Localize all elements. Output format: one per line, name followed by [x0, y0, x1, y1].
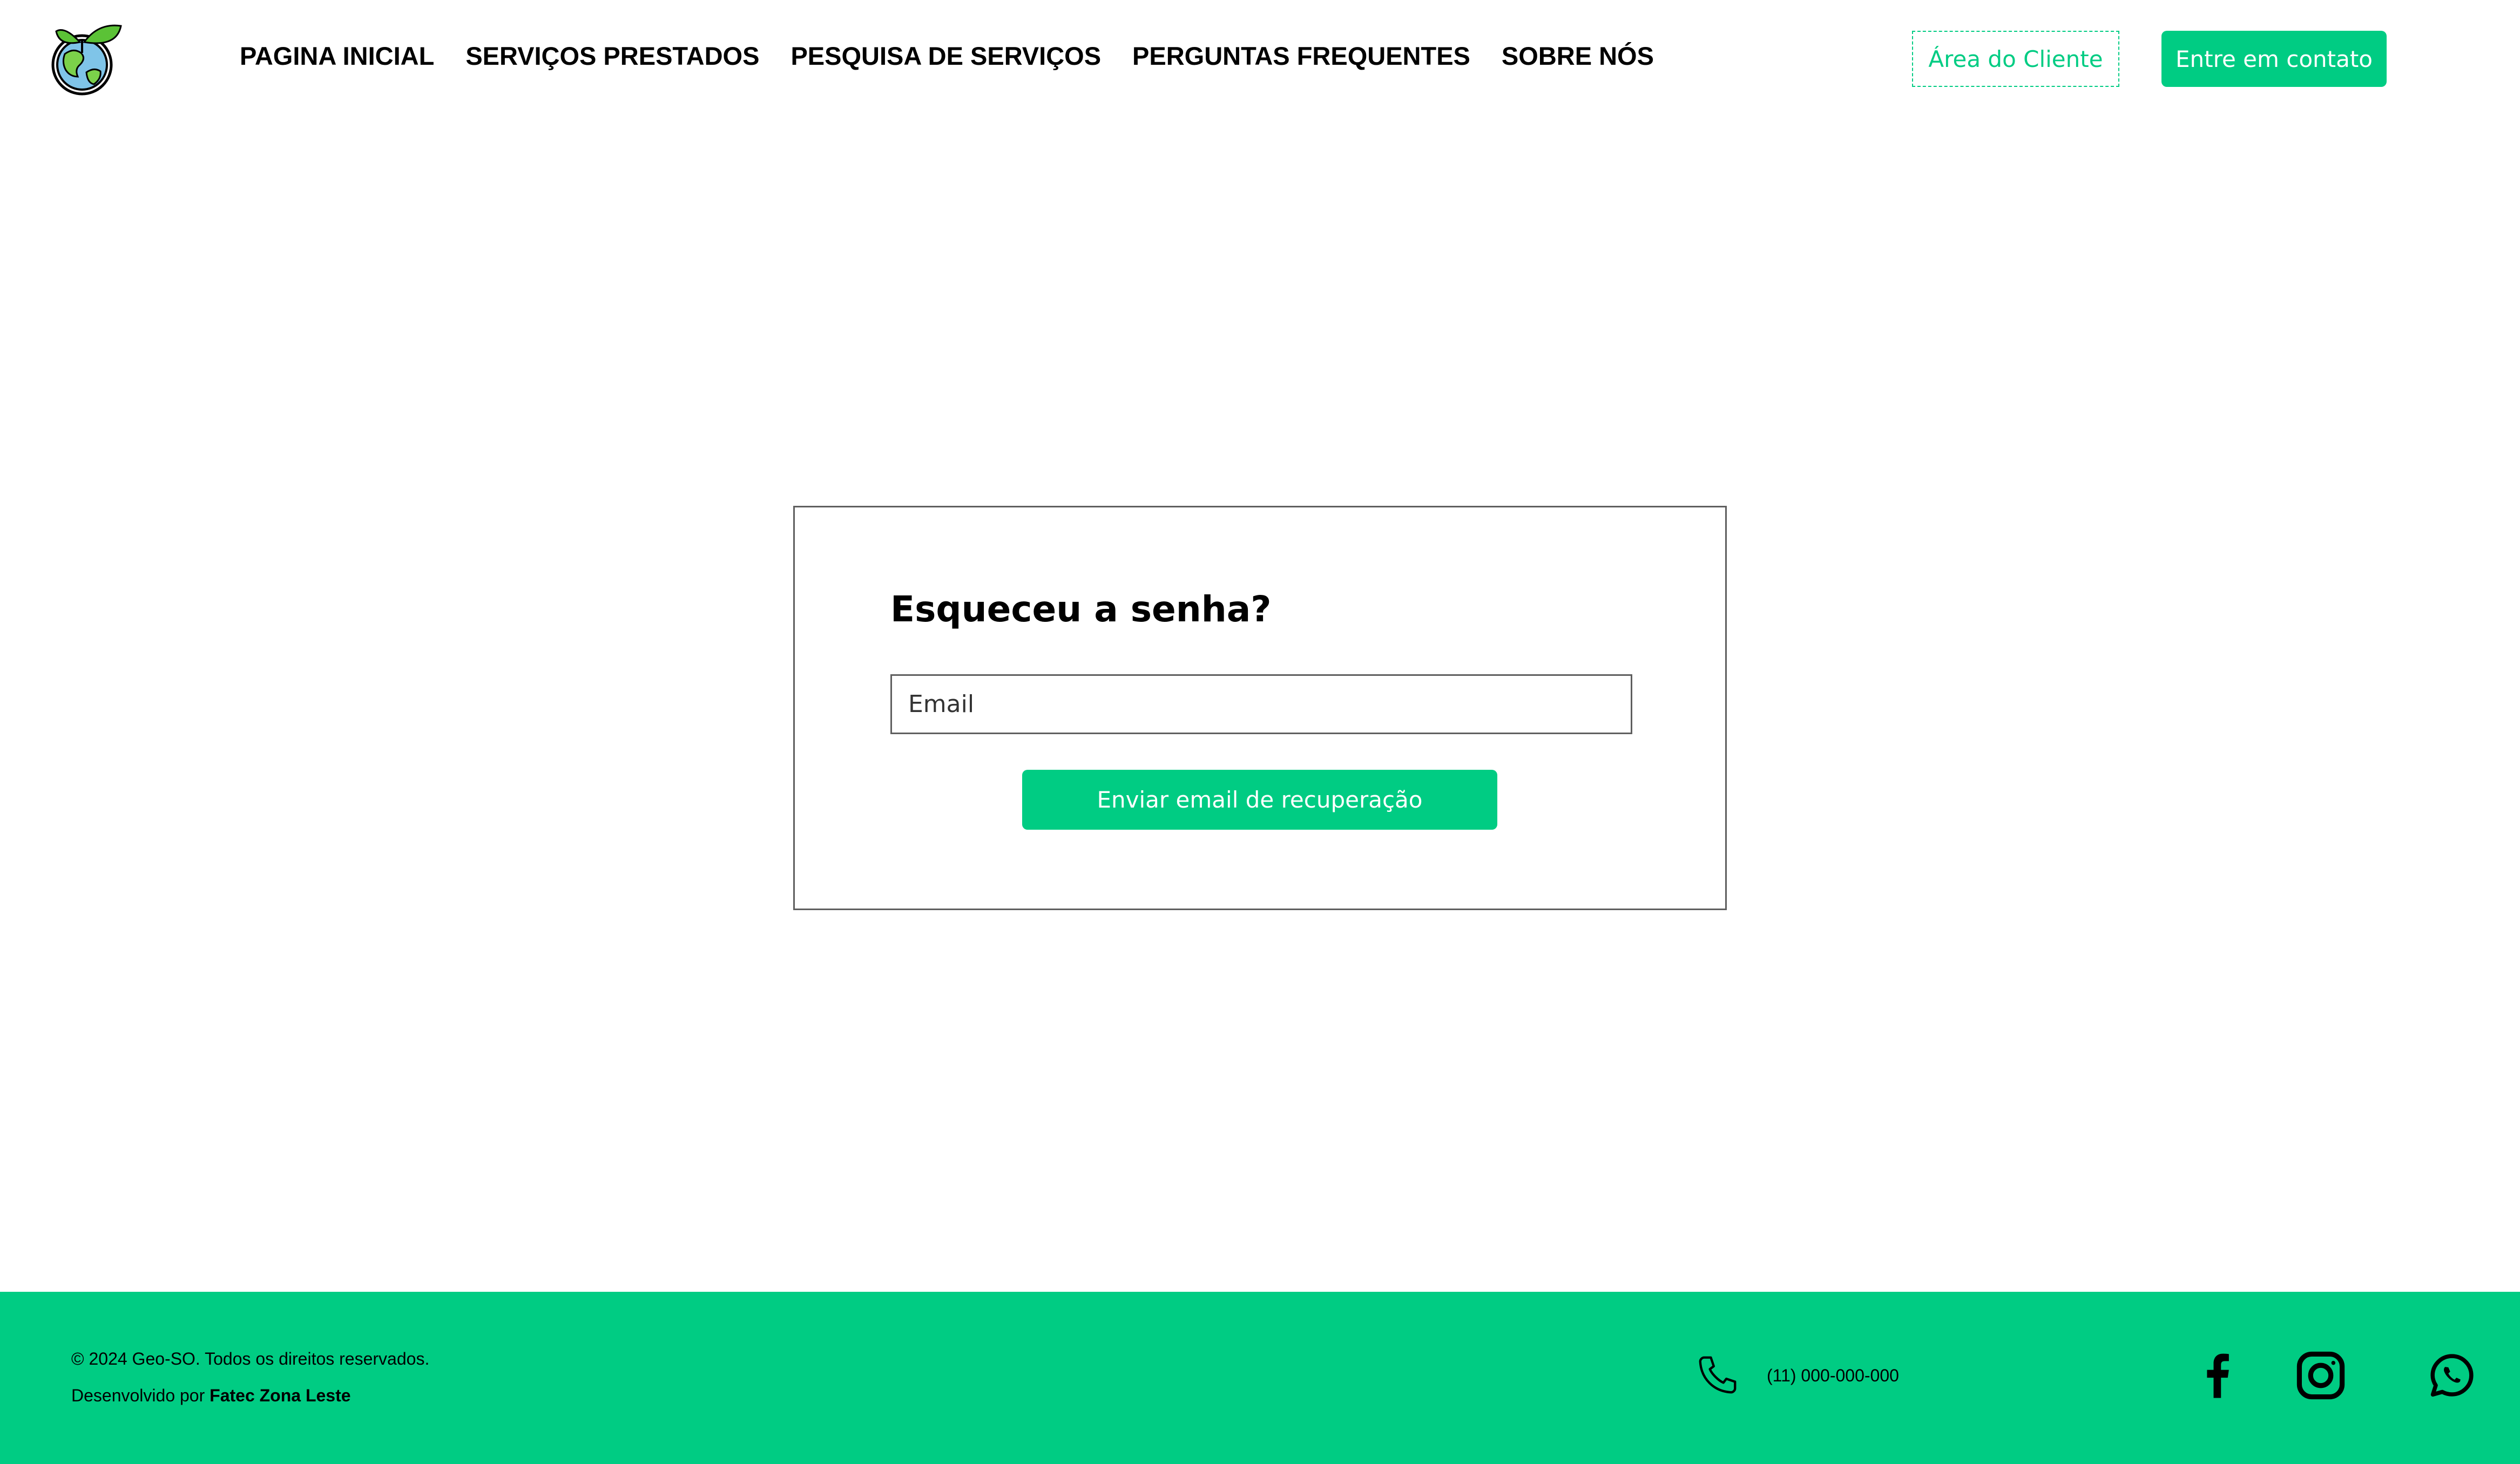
- site-header: PAGINA INICIAL SERVIÇOS PRESTADOS PESQUI…: [0, 0, 2520, 119]
- whatsapp-icon[interactable]: [2425, 1348, 2479, 1402]
- nav-services[interactable]: SERVIÇOS PRESTADOS: [465, 41, 759, 71]
- contact-button[interactable]: Entre em contato: [2161, 31, 2387, 87]
- phone-icon: [1694, 1352, 1741, 1398]
- page-title: Esqueceu a senha?: [890, 588, 1272, 630]
- nav-about[interactable]: SOBRE NÓS: [1502, 41, 1654, 71]
- nav-service-search[interactable]: PESQUISA DE SERVIÇOS: [791, 41, 1101, 71]
- password-recovery-card: Esqueceu a senha? Enviar email de recupe…: [793, 506, 1727, 910]
- geo-so-logo-icon[interactable]: [49, 21, 126, 98]
- email-field[interactable]: [890, 674, 1632, 734]
- facebook-icon[interactable]: [2191, 1348, 2245, 1402]
- send-recovery-email-button[interactable]: Enviar email de recuperação: [1022, 770, 1497, 830]
- nav-home[interactable]: PAGINA INICIAL: [240, 41, 434, 71]
- copyright-text: © 2024 Geo-SO. Todos os direitos reserva…: [71, 1349, 430, 1368]
- credit-prefix: Desenvolvido por: [71, 1386, 205, 1405]
- instagram-icon[interactable]: [2294, 1348, 2348, 1402]
- client-area-button[interactable]: Área do Cliente: [1912, 31, 2119, 87]
- site-footer: © 2024 Geo-SO. Todos os direitos reserva…: [0, 1292, 2520, 1464]
- credit-name: Fatec Zona Leste: [210, 1386, 351, 1405]
- developer-credit: Desenvolvido por Fatec Zona Leste: [71, 1386, 351, 1406]
- nav-faq[interactable]: PERGUNTAS FREQUENTES: [1132, 41, 1470, 71]
- main-nav: PAGINA INICIAL SERVIÇOS PRESTADOS PESQUI…: [240, 41, 1654, 71]
- phone-number: (11) 000-000-000: [1767, 1366, 1899, 1385]
